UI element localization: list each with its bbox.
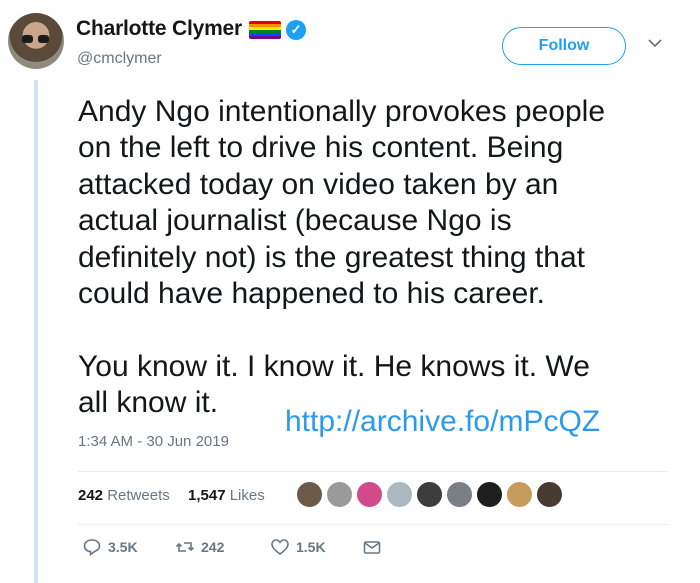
liker-avatar[interactable] [355,480,384,509]
direct-message-action[interactable] [362,537,382,557]
avatar[interactable] [8,13,64,69]
liker-avatar[interactable] [325,480,354,509]
retweets-count: 242 [78,487,104,504]
likes-label: Likes [229,487,265,504]
follow-button[interactable]: Follow [502,27,626,65]
archive-link[interactable]: http://archive.fo/mPcQZ [285,405,600,439]
retweets-stat[interactable]: 242 Retweets [78,487,170,504]
liker-avatar[interactable] [445,480,474,509]
verified-badge-icon: ✓ [286,20,306,40]
divider [78,524,668,525]
retweet-action[interactable]: 242 [175,537,224,557]
reply-icon [83,539,101,557]
chevron-down-icon[interactable] [646,36,664,50]
avatar-glasses [22,35,50,43]
rainbow-flag-icon [249,21,281,39]
author-handle[interactable]: @cmclymer [77,50,162,68]
like-action[interactable]: 1.5K [270,537,326,557]
retweets-label: Retweets [107,487,170,504]
retweet-icon [175,542,195,552]
likes-stat[interactable]: 1,547 Likes [188,487,265,504]
retweet-count: 242 [201,539,225,555]
tweet-timestamp[interactable]: 1:34 AM - 30 Jun 2019 [78,433,229,450]
flag-stripe [249,36,281,39]
tweet-text: Andy Ngo intentionally provokes people o… [78,95,606,420]
liker-avatar[interactable] [475,480,504,509]
liker-avatar[interactable] [535,480,564,509]
divider [78,471,668,472]
liker-avatar[interactable] [385,480,414,509]
liker-avatar[interactable] [505,480,534,509]
liker-avatar[interactable] [415,480,444,509]
reply-action[interactable]: 3.5K [82,537,138,557]
thread-line [34,80,38,583]
like-count: 1.5K [296,539,326,555]
envelope-icon [363,541,381,554]
reply-count: 3.5K [108,539,138,555]
likes-count: 1,547 [188,487,226,504]
author-name[interactable]: Charlotte Clymer [76,17,242,41]
heart-icon [271,539,289,556]
liker-avatar[interactable] [295,480,324,509]
